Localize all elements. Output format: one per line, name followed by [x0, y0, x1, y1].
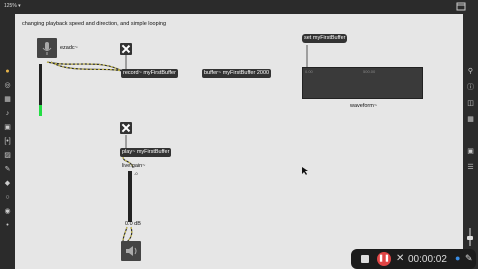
play-toggle-button[interactable]	[120, 122, 132, 134]
grid-icon[interactable]: ▦	[465, 114, 476, 125]
title-comment: changing playback speed and direction, a…	[22, 21, 167, 27]
zoom-slider-thumb[interactable]	[467, 236, 473, 240]
layers-icon[interactable]: ◆	[2, 178, 13, 189]
info-icon[interactable]: ⓘ	[465, 82, 476, 93]
microphone-icon[interactable]: ●	[455, 253, 460, 263]
recording-timer: 00:00:02	[408, 254, 447, 265]
waveform-tick-left: 0.00	[305, 69, 313, 74]
speaker-icon	[126, 246, 137, 256]
palette-icon[interactable]: ●	[2, 66, 13, 77]
set-buffer-message[interactable]: set myFirstBuffer	[302, 34, 348, 43]
bar-chart-icon[interactable]: ▦	[2, 94, 13, 105]
pen-icon[interactable]: ✎	[465, 253, 473, 264]
circle-icon[interactable]: ○	[2, 192, 13, 203]
record-toggle-button[interactable]	[120, 43, 132, 55]
close-icon[interactable]: ✕	[396, 253, 404, 265]
pause-button[interactable]: ❚❚	[377, 252, 391, 266]
top-toolbar: 125% ▾	[0, 0, 478, 14]
microphone-icon	[42, 42, 52, 55]
image-icon[interactable]: ▨	[2, 150, 13, 161]
right-sidebar: ⚲ ⓘ ◫ ▦ ▣ ☰	[463, 14, 478, 269]
adc-meter	[39, 64, 42, 116]
play-object[interactable]: play~ myFirstBuffer	[120, 148, 172, 157]
camera-icon[interactable]: ▣	[465, 146, 476, 157]
waveform-tick-right: 500.00	[363, 69, 376, 74]
patcher-canvas[interactable]: changing playback speed and direction, a…	[15, 14, 463, 269]
dot-icon[interactable]: •	[2, 220, 13, 231]
patch-cords	[46, 45, 308, 243]
live-gain-fader[interactable]	[128, 171, 132, 222]
puzzle-icon[interactable]: ✎	[2, 164, 13, 175]
adc-meter-fill	[39, 104, 42, 116]
left-sidebar: ● ◎ ▦ ♪ ▣ [•] ▨ ✎ ◆ ○ ◉ •	[0, 14, 15, 269]
target-icon[interactable]: ◎	[2, 80, 13, 91]
waveform-display[interactable]: 0.00 500.00	[302, 67, 423, 99]
image-icon[interactable]: ▣	[2, 122, 13, 133]
sliders-icon[interactable]: ◉	[2, 206, 13, 217]
bracket-icon[interactable]: [•]	[2, 136, 13, 147]
buffer-object[interactable]: buffer~ myFirstBuffer 2000	[202, 69, 272, 78]
music-note-icon[interactable]: ♪	[2, 108, 13, 119]
ezdac-object[interactable]	[121, 241, 141, 261]
search-icon[interactable]: ⚲	[465, 66, 476, 77]
gain-scale-top: -0	[134, 171, 138, 176]
mouse-cursor-icon	[302, 167, 308, 175]
zoom-menu[interactable]: 125% ▾	[4, 3, 21, 9]
window-icon[interactable]	[456, 2, 466, 12]
live-gain-label: live.gain~	[122, 163, 146, 169]
ezadc-label: ezadc~	[60, 45, 78, 51]
split-icon[interactable]: ◫	[465, 98, 476, 109]
screen-recording-controls: ❚❚ ✕ 00:00:02 ● ✎	[351, 249, 476, 269]
list-icon[interactable]: ☰	[465, 162, 476, 173]
record-object[interactable]: record~ myFirstBuffer	[121, 69, 178, 78]
stop-icon[interactable]	[361, 255, 369, 263]
waveform-label: waveform~	[350, 103, 378, 109]
ezadc-object[interactable]	[37, 38, 57, 58]
gain-value: 0.0 dB	[125, 221, 141, 227]
